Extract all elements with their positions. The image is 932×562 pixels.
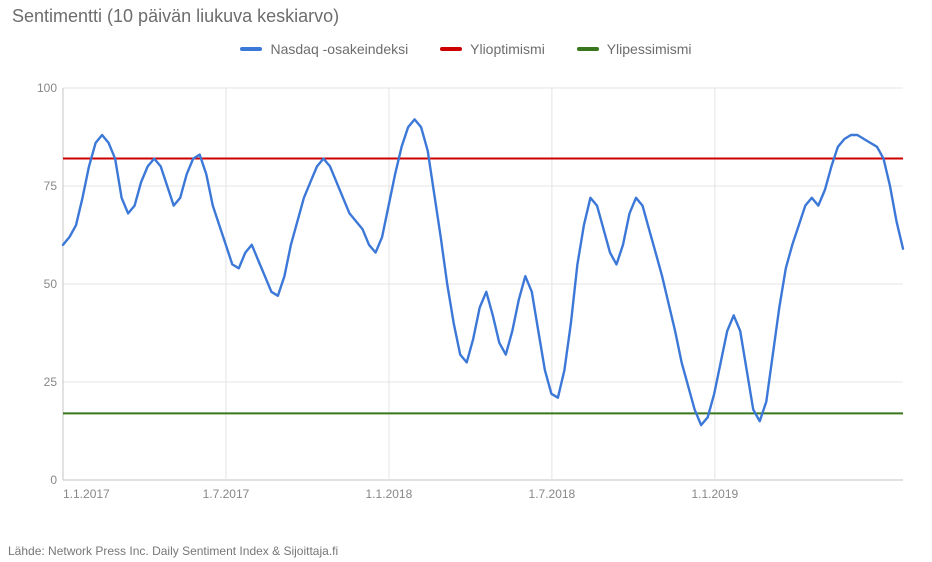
legend-label: Ylioptimismi bbox=[470, 41, 545, 57]
plot-area: 0 25 50 75 100 1.1.2017 1.7.2017 1.1.2018 1.7.20… bbox=[35, 80, 915, 510]
legend-item-nasdaq: Nasdaq -osakeindeksi bbox=[240, 41, 408, 57]
legend-label: Ylipessimismi bbox=[607, 41, 692, 57]
legend-item-ylioptimismi: Ylioptimismi bbox=[440, 41, 545, 57]
svg-text:1.1.2019: 1.1.2019 bbox=[691, 487, 738, 501]
svg-text:75: 75 bbox=[44, 179, 58, 193]
svg-text:1.1.2018: 1.1.2018 bbox=[366, 487, 413, 501]
svg-text:100: 100 bbox=[37, 81, 57, 95]
svg-text:50: 50 bbox=[44, 277, 58, 291]
svg-text:1.7.2017: 1.7.2017 bbox=[203, 487, 250, 501]
svg-text:0: 0 bbox=[50, 473, 57, 487]
legend-swatch-icon bbox=[440, 47, 462, 51]
chart-container: { "title": "Sentimentti (10 päivän liuku… bbox=[0, 0, 932, 562]
svg-text:1.1.2017: 1.1.2017 bbox=[63, 487, 110, 501]
chart-footer: Lähde: Network Press Inc. Daily Sentimen… bbox=[8, 544, 338, 558]
legend-swatch-icon bbox=[577, 47, 599, 51]
legend-swatch-icon bbox=[240, 47, 262, 51]
legend: Nasdaq -osakeindeksi Ylioptimismi Ylipes… bbox=[0, 38, 932, 57]
chart-title: Sentimentti (10 päivän liukuva keskiarvo… bbox=[12, 6, 339, 27]
legend-label: Nasdaq -osakeindeksi bbox=[270, 41, 408, 57]
svg-text:1.7.2018: 1.7.2018 bbox=[529, 487, 576, 501]
legend-item-ylipessimismi: Ylipessimismi bbox=[577, 41, 692, 57]
svg-text:25: 25 bbox=[44, 375, 58, 389]
